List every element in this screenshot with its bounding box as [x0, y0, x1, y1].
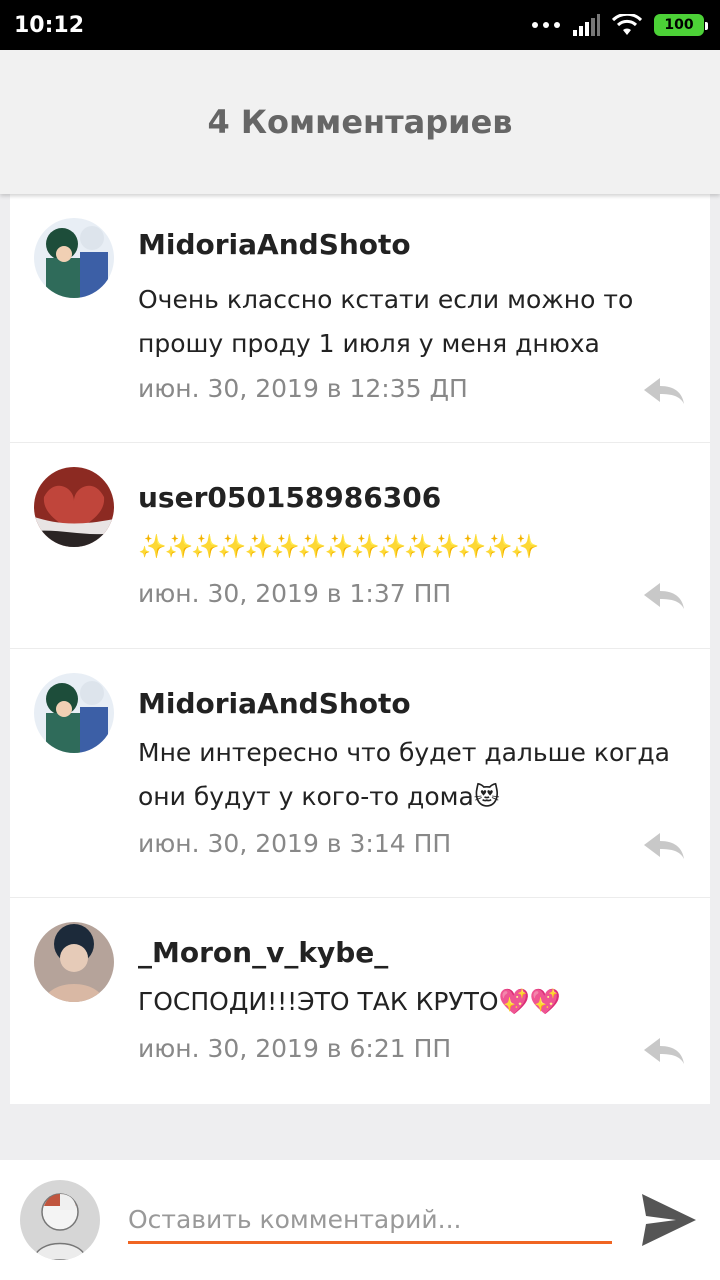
- status-bar: 10:12 100: [0, 0, 720, 50]
- more-dots-icon: [532, 22, 560, 28]
- comment-list: MidoriaAndShoto Очень классно кстати есл…: [10, 194, 710, 1104]
- comment-item: MidoriaAndShoto Очень классно кстати есл…: [10, 194, 710, 443]
- status-icons: 100: [532, 14, 708, 36]
- comment-username[interactable]: user050158986306: [138, 481, 441, 514]
- reply-icon[interactable]: [642, 1036, 686, 1066]
- reply-icon[interactable]: [642, 376, 686, 406]
- comment-date: июн. 30, 2019 в 3:14 ПП: [138, 829, 452, 858]
- comment-text: Мне интересно что будет дальше когда они…: [138, 738, 670, 811]
- comment-input-bar: [0, 1160, 720, 1280]
- comment-date: июн. 30, 2019 в 1:37 ПП: [138, 579, 452, 608]
- avatar[interactable]: [34, 673, 114, 753]
- send-icon: [642, 1194, 696, 1246]
- status-time: 10:12: [14, 12, 85, 38]
- comment-date: июн. 30, 2019 в 12:35 ДП: [138, 374, 468, 403]
- battery-icon: 100: [654, 14, 708, 36]
- page-title: 4 Комментариев: [207, 103, 513, 141]
- battery-level: 100: [664, 17, 694, 33]
- avatar[interactable]: [34, 218, 114, 298]
- current-user-avatar: [20, 1180, 100, 1260]
- header: 4 Комментариев: [0, 50, 720, 194]
- avatar[interactable]: [34, 467, 114, 547]
- comment-text: ГОСПОДИ!!!ЭТО ТАК КРУТО💖💖: [138, 987, 561, 1016]
- wifi-icon: [612, 14, 642, 35]
- comment-text: ✨✨✨✨✨✨✨✨✨✨✨✨✨✨✨: [138, 534, 540, 560]
- comment-username[interactable]: MidoriaAndShoto: [138, 687, 411, 720]
- send-button[interactable]: [640, 1192, 698, 1248]
- comment-username[interactable]: _Moron_v_kybe_: [138, 936, 388, 969]
- comment-input[interactable]: [128, 1198, 612, 1244]
- comment-text: Очень классно кстати если можно то прошу…: [138, 285, 634, 358]
- comment-item: user050158986306 ✨✨✨✨✨✨✨✨✨✨✨✨✨✨✨ июн. 30…: [10, 443, 710, 649]
- comment-date: июн. 30, 2019 в 6:21 ПП: [138, 1034, 452, 1063]
- reply-icon[interactable]: [642, 581, 686, 611]
- comment-username[interactable]: MidoriaAndShoto: [138, 228, 411, 261]
- reply-icon[interactable]: [642, 831, 686, 861]
- comment-item: MidoriaAndShoto Мне интересно что будет …: [10, 649, 710, 898]
- signal-icon: [573, 14, 600, 36]
- avatar[interactable]: [34, 922, 114, 1002]
- comment-item: _Moron_v_kybe_ ГОСПОДИ!!!ЭТО ТАК КРУТО💖💖…: [10, 898, 710, 1103]
